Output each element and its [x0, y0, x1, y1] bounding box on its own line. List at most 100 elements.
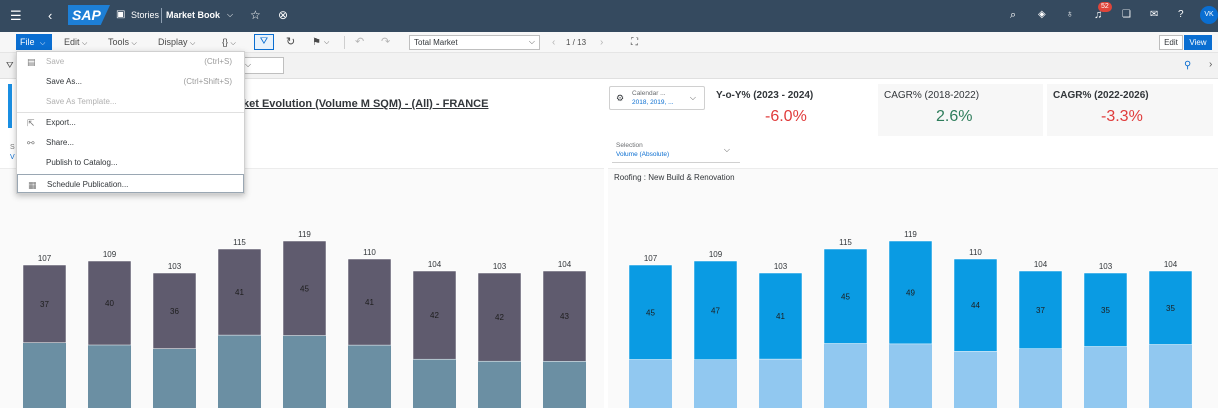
- collapse-icon[interactable]: ›: [1209, 59, 1212, 70]
- edit-menu-label: Edit: [64, 37, 80, 47]
- menu-item-shortcut: (Ctrl+Shift+S): [183, 77, 232, 86]
- right-bar-segment-label: 35: [1101, 306, 1110, 315]
- display-menu-button[interactable]: Display ⌵: [158, 35, 195, 50]
- right-bar-lower-segment[interactable]: [954, 351, 997, 408]
- menu-item-save[interactable]: ▤ Save (Ctrl+S): [17, 52, 244, 72]
- favorite-star-icon[interactable]: ☆: [250, 8, 261, 22]
- left-bar-segment-label: 36: [170, 307, 179, 316]
- right-bar-total-label: 115: [839, 238, 852, 247]
- file-menu-button[interactable]: File ⌵: [16, 34, 52, 50]
- chevron-down-icon: ⌵: [190, 40, 196, 47]
- menu-item-save-as[interactable]: Save As... (Ctrl+Shift+S): [17, 72, 244, 92]
- previous-page-icon[interactable]: ‹: [552, 35, 555, 50]
- tools-menu-button[interactable]: Tools ⌵: [108, 35, 137, 50]
- selection-filter-value: Volume (Absolute): [616, 151, 670, 158]
- chevron-down-icon: ⌵: [82, 40, 88, 47]
- lightbulb-icon[interactable]: ♁: [1066, 9, 1074, 20]
- formula-label: {}: [222, 37, 229, 47]
- kpi-value-yoy: -6.0%: [765, 108, 807, 125]
- left-bar-segment-label: 43: [560, 312, 569, 321]
- edit-mode-button[interactable]: Edit: [1159, 35, 1183, 50]
- right-bar-lower-segment[interactable]: [889, 343, 932, 408]
- display-menu-label: Display: [158, 37, 188, 47]
- menu-item-publish-to-catalog[interactable]: Publish to Catalog...: [17, 153, 244, 173]
- right-bar-lower-segment[interactable]: [1149, 344, 1192, 408]
- right-bar-lower-segment[interactable]: [824, 343, 867, 408]
- left-bar-total-label: 119: [298, 230, 311, 239]
- kpi-value-cagr-2022-2026: -3.3%: [1101, 108, 1143, 125]
- left-bar-lower-segment[interactable]: [478, 361, 521, 408]
- menu-item-save-as-template[interactable]: Save As Template...: [17, 92, 244, 112]
- next-page-icon[interactable]: ›: [600, 35, 603, 50]
- left-stub-s: S: [10, 144, 15, 151]
- calendar-filter[interactable]: ⚙ Calendar ... 2018, 2019, ... ⌵: [609, 86, 705, 110]
- chevron-down-icon[interactable]: ⌵: [227, 10, 233, 20]
- menu-item-share[interactable]: ⚯ Share...: [17, 133, 244, 153]
- right-bar-lower-segment[interactable]: [629, 359, 672, 408]
- right-bar-lower-segment[interactable]: [1084, 346, 1127, 408]
- hamburger-menu-icon[interactable]: ☰: [10, 8, 22, 24]
- menu-item-label: Save As Template...: [46, 97, 117, 106]
- search-icon[interactable]: ⌕: [1010, 9, 1016, 22]
- right-bar-total-label: 107: [644, 254, 658, 263]
- chevron-down-icon: ⌵: [230, 40, 236, 47]
- refresh-icon[interactable]: ↻: [286, 35, 295, 50]
- left-bar-lower-segment[interactable]: [283, 335, 326, 408]
- undo-icon[interactable]: ↶: [355, 35, 364, 50]
- left-bar-lower-segment[interactable]: [153, 348, 196, 408]
- stories-icon: ▣: [116, 9, 126, 20]
- menu-item-shortcut: (Ctrl+S): [204, 57, 232, 66]
- chevron-down-icon[interactable]: ⌵: [324, 35, 329, 50]
- stories-label[interactable]: Stories: [131, 10, 159, 20]
- kpi-label-cagr-2022-2026: CAGR% (2022-2026): [1053, 90, 1149, 101]
- page-indicator: 1 / 13: [566, 38, 587, 47]
- edit-menu-button[interactable]: Edit ⌵: [64, 35, 87, 50]
- chevron-down-icon: ⌵: [245, 60, 252, 69]
- chevron-down-icon: ⌵: [723, 145, 730, 154]
- menu-item-schedule-publication[interactable]: ▦ Schedule Publication...: [17, 174, 244, 193]
- feedback-icon[interactable]: ✉: [1150, 9, 1158, 20]
- filter-icon[interactable]: ⛛: [254, 34, 274, 50]
- formula-menu-button[interactable]: {} ⌵: [222, 35, 236, 50]
- story-title[interactable]: Market Book: [166, 10, 220, 20]
- bookmark-icon[interactable]: ⚑: [312, 35, 321, 50]
- kpi-label-cagr-2018-2022: CAGR% (2018-2022): [884, 90, 980, 101]
- page-select[interactable]: Total Market ⌵: [409, 35, 540, 50]
- left-bar-lower-segment[interactable]: [88, 345, 131, 408]
- avatar[interactable]: VK: [1200, 6, 1218, 24]
- left-bar-lower-segment[interactable]: [413, 359, 456, 408]
- menu-item-label: Publish to Catalog...: [46, 158, 118, 167]
- fullscreen-icon[interactable]: ⛶: [631, 35, 638, 50]
- menu-item-label: Save: [46, 57, 65, 66]
- help-icon[interactable]: ?: [1178, 9, 1184, 20]
- calendar-filter-value: 2018, 2019, ...: [632, 99, 674, 106]
- right-bar-total-label: 104: [1034, 260, 1048, 269]
- right-bar-lower-segment[interactable]: [1019, 348, 1062, 408]
- left-bar-lower-segment[interactable]: [348, 345, 391, 408]
- view-mode-button[interactable]: View: [1184, 35, 1212, 50]
- redo-icon[interactable]: ↷: [381, 35, 390, 50]
- back-arrow-icon[interactable]: ‹: [48, 8, 52, 23]
- menu-item-export[interactable]: ⇱ Export...: [17, 113, 244, 133]
- left-bar-lower-segment[interactable]: [218, 335, 261, 408]
- notification-badge: 52: [1098, 2, 1112, 12]
- kpi-value-cagr-2018-2022: 2.6%: [936, 108, 973, 125]
- chat-icon[interactable]: ❏: [1122, 9, 1131, 20]
- selection-filter[interactable]: Selection Volume (Absolute) ⌵: [612, 139, 740, 163]
- close-circle-icon[interactable]: ⊗: [278, 8, 288, 22]
- right-bar-segment-label: 47: [711, 306, 720, 315]
- left-bar-lower-segment[interactable]: [23, 342, 66, 408]
- menu-item-label: Schedule Publication...: [47, 180, 129, 189]
- left-bar-segment-label: 37: [40, 300, 49, 309]
- left-bar-lower-segment[interactable]: [543, 361, 586, 408]
- menu-item-label: Export...: [46, 118, 76, 127]
- right-bar-segment-label: 41: [776, 312, 785, 321]
- filter-bar-icon[interactable]: ⛛: [6, 60, 14, 71]
- right-bar-lower-segment[interactable]: [759, 359, 802, 408]
- notification-assist-icon[interactable]: ◈: [1038, 9, 1046, 20]
- left-bar-total-label: 103: [168, 262, 182, 271]
- left-bar-total-label: 110: [363, 248, 376, 257]
- right-bar-segment-label: 37: [1036, 306, 1045, 315]
- pin-filter-icon[interactable]: ⚲: [1184, 60, 1191, 71]
- right-bar-lower-segment[interactable]: [694, 359, 737, 408]
